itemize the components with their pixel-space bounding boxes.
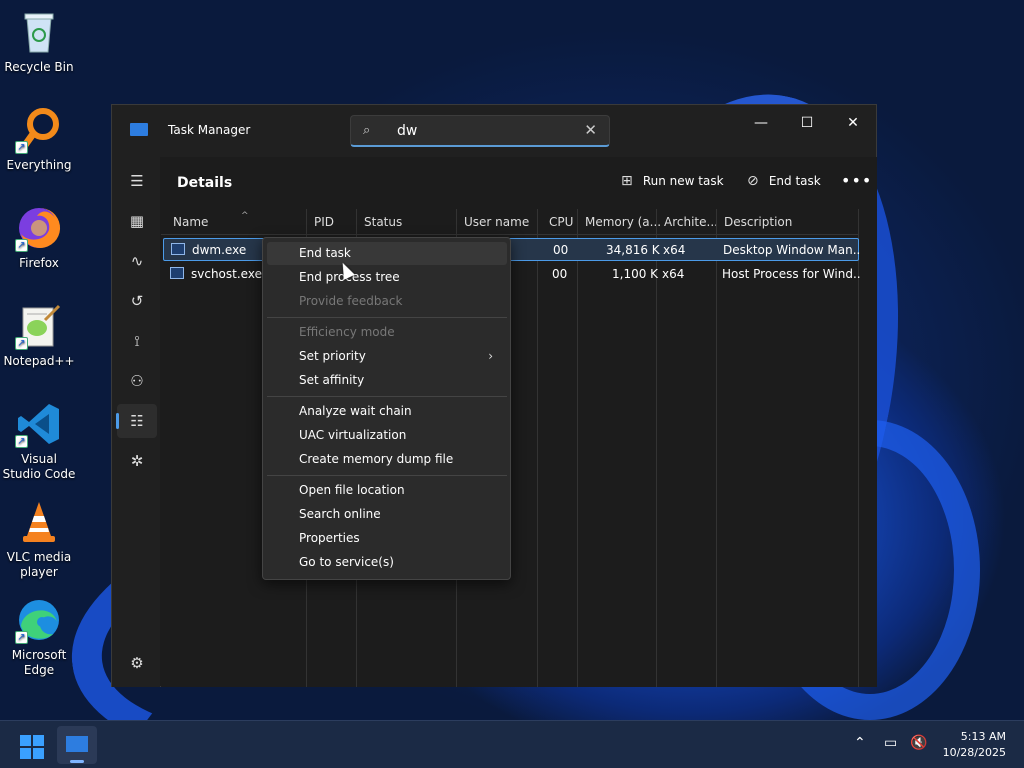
shortcut-arrow-icon: ↗ bbox=[15, 141, 28, 154]
menu-item-end-process-tree[interactable]: End process tree bbox=[267, 266, 507, 289]
startup-apps-icon[interactable]: ⟟ bbox=[117, 324, 157, 358]
menu-item-search-online[interactable]: Search online bbox=[267, 503, 507, 526]
clock-time: 5:13 AM bbox=[960, 730, 1006, 743]
shortcut-arrow-icon: ↗ bbox=[15, 337, 28, 350]
menu-item-efficiency-mode: Efficiency mode bbox=[299, 325, 395, 339]
firefox-icon: ↗ bbox=[15, 204, 63, 252]
title-bar[interactable]: Task Manager ⌕ dw ✕ — ☐ ✕ bbox=[112, 105, 876, 157]
windows-logo-icon bbox=[20, 735, 31, 746]
menu-item-go-to-services[interactable]: Go to service(s) bbox=[267, 551, 507, 574]
menu-separator bbox=[267, 475, 507, 476]
end-task-icon: ⊘ bbox=[747, 173, 759, 189]
vertical-scrollbar[interactable] bbox=[861, 209, 877, 687]
shortcut-arrow-icon: ↗ bbox=[15, 435, 28, 448]
desktop-icon-recycle-bin[interactable]: Recycle Bin bbox=[2, 8, 76, 75]
task-manager-app-icon bbox=[130, 123, 148, 136]
close-button[interactable]: ✕ bbox=[830, 109, 876, 137]
context-menu: End task End process tree Provide feedba… bbox=[262, 237, 511, 580]
clock[interactable]: 5:13 AM 10/28/2025 bbox=[943, 729, 1006, 761]
end-task-button[interactable]: ⊘ End task bbox=[747, 173, 821, 189]
search-icon: ⌕ bbox=[363, 123, 371, 138]
taskbar: ⌃ ▭ 🔇 5:13 AM 10/28/2025 bbox=[0, 720, 1024, 768]
hamburger-menu-icon[interactable]: ☰ bbox=[117, 164, 157, 198]
process-icon bbox=[170, 267, 184, 279]
column-header-architecture[interactable]: Archite... bbox=[664, 215, 718, 229]
menu-item-open-file-location[interactable]: Open file location bbox=[267, 479, 507, 502]
desktop-icon-vlc[interactable]: VLC media player bbox=[2, 498, 76, 580]
clock-date: 10/28/2025 bbox=[942, 746, 1006, 759]
menu-item-properties[interactable]: Properties bbox=[267, 527, 507, 550]
desktop-icon-firefox[interactable]: ↗ Firefox bbox=[2, 204, 76, 271]
start-button[interactable] bbox=[20, 735, 44, 759]
menu-item-set-priority[interactable]: Set priority › bbox=[267, 345, 507, 368]
shortcut-arrow-icon: ↗ bbox=[15, 239, 28, 252]
desktop-icon-everything[interactable]: ↗ Everything bbox=[2, 106, 76, 173]
edge-icon: ↗ bbox=[15, 596, 63, 644]
search-box[interactable]: ⌕ dw ✕ bbox=[350, 115, 610, 147]
clear-search-icon[interactable]: ✕ bbox=[584, 121, 597, 139]
task-manager-app-icon bbox=[66, 736, 88, 752]
vlc-cone-icon bbox=[15, 498, 63, 546]
menu-separator bbox=[267, 317, 507, 318]
table-header: Name ^ PID Status User name CPU Memory (… bbox=[161, 209, 859, 235]
menu-item-uac-virtualization[interactable]: UAC virtualization bbox=[267, 424, 507, 447]
performance-icon[interactable]: ∿ bbox=[117, 244, 157, 278]
column-header-status[interactable]: Status bbox=[364, 215, 402, 229]
column-header-pid[interactable]: PID bbox=[314, 215, 334, 229]
running-indicator bbox=[70, 760, 84, 763]
shortcut-arrow-icon: ↗ bbox=[15, 631, 28, 644]
menu-separator bbox=[267, 396, 507, 397]
column-header-memory[interactable]: Memory (a... bbox=[585, 215, 661, 229]
menu-item-create-memory-dump[interactable]: Create memory dump file bbox=[267, 448, 507, 471]
users-icon[interactable]: ⚇ bbox=[117, 364, 157, 398]
desktop-icon-notepad-plus-plus[interactable]: ↗ Notepad++ bbox=[2, 302, 76, 369]
run-new-task-icon: ⊞ bbox=[621, 173, 633, 189]
page-title: Details bbox=[177, 175, 233, 191]
app-history-icon[interactable]: ↺ bbox=[117, 284, 157, 318]
search-input[interactable]: dw bbox=[397, 123, 417, 139]
column-header-user-name[interactable]: User name bbox=[464, 215, 529, 229]
run-new-task-button[interactable]: ⊞ Run new task bbox=[621, 173, 724, 189]
menu-item-provide-feedback: Provide feedback bbox=[299, 294, 403, 308]
recycle-bin-icon bbox=[15, 8, 63, 56]
details-icon[interactable]: ☷ bbox=[116, 404, 157, 438]
column-header-description[interactable]: Description bbox=[724, 215, 792, 229]
more-options-icon[interactable]: ••• bbox=[841, 171, 872, 190]
sort-ascending-icon: ^ bbox=[241, 211, 249, 221]
sidebar: ☰ ▦ ∿ ↺ ⟟ ⚇ ☷ ✲ ⚙ bbox=[112, 157, 160, 687]
process-icon bbox=[171, 243, 185, 255]
submenu-chevron-right-icon: › bbox=[488, 349, 493, 363]
column-header-cpu[interactable]: CPU bbox=[549, 215, 573, 229]
column-header-name[interactable]: Name ^ bbox=[173, 211, 249, 229]
network-icon[interactable]: ▭ bbox=[884, 735, 897, 751]
maximize-button[interactable]: ☐ bbox=[784, 109, 830, 137]
taskbar-task-manager-button[interactable] bbox=[57, 726, 97, 764]
processes-icon[interactable]: ▦ bbox=[117, 204, 157, 238]
menu-item-end-task[interactable]: End task bbox=[267, 242, 507, 265]
notepad-plus-plus-icon: ↗ bbox=[15, 302, 63, 350]
services-icon[interactable]: ✲ bbox=[117, 444, 157, 478]
settings-gear-icon[interactable]: ⚙ bbox=[117, 646, 157, 680]
menu-item-analyze-wait-chain[interactable]: Analyze wait chain bbox=[267, 400, 507, 423]
desktop-icon-vscode[interactable]: ↗ Visual Studio Code bbox=[2, 400, 76, 482]
speaker-muted-icon[interactable]: 🔇 bbox=[910, 735, 927, 751]
show-hidden-icons-chevron-up-icon[interactable]: ⌃ bbox=[854, 735, 866, 751]
everything-search-icon: ↗ bbox=[15, 106, 63, 154]
desktop-icon-edge[interactable]: ↗ Microsoft Edge bbox=[2, 596, 76, 678]
menu-item-set-affinity[interactable]: Set affinity bbox=[267, 369, 507, 392]
vscode-icon: ↗ bbox=[15, 400, 63, 448]
window-title: Task Manager bbox=[168, 123, 251, 137]
minimize-button[interactable]: — bbox=[738, 109, 784, 137]
